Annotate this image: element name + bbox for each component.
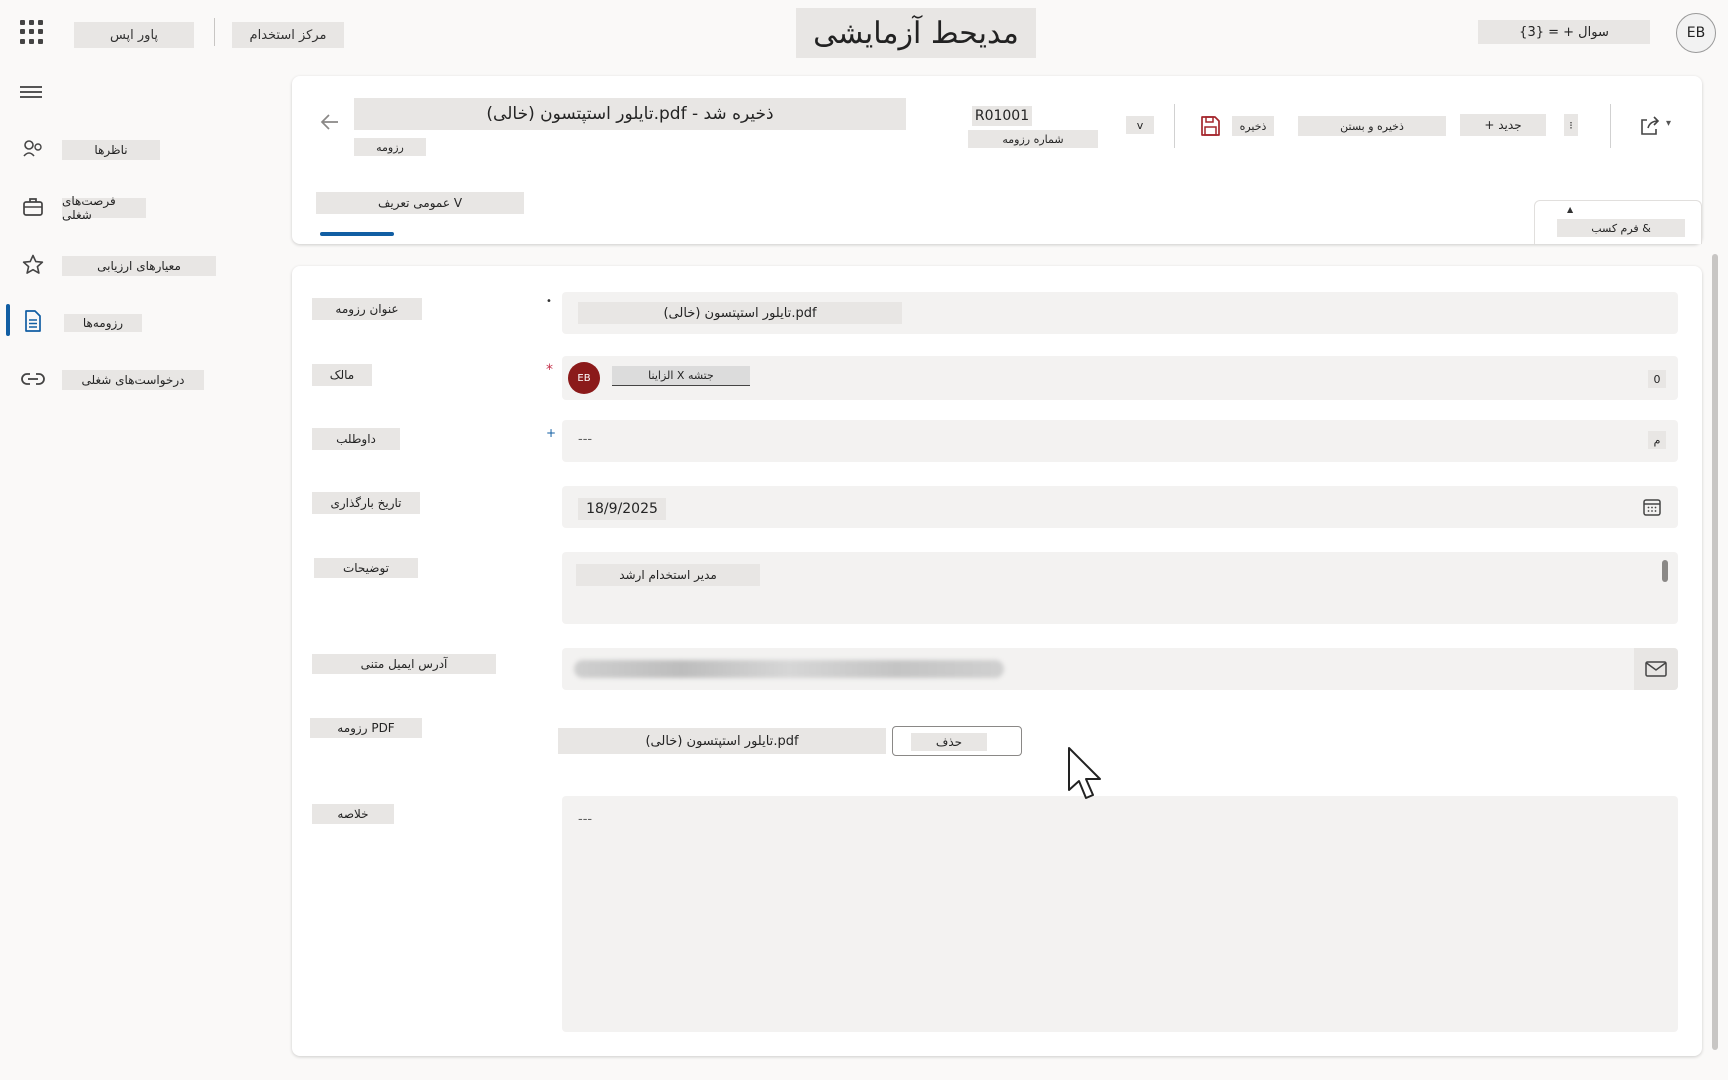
owner-label: مالک [312,364,372,386]
sidebar-item-supervisors[interactable]: ناظرها [0,128,230,168]
description-scrollbar[interactable] [1662,560,1668,582]
mail-icon[interactable] [1634,648,1678,690]
chevron-down-icon[interactable]: ▾ [1666,118,1671,129]
pdf-delete-button[interactable]: حذف [892,726,1022,756]
candidate-label: داوطلب [312,428,400,450]
top-bar: پاور اپس مرکز استخدام مدیحط آزمایشی سوال… [0,0,1728,76]
owner-field[interactable]: EB الزاینا X جتشه 0 [562,356,1678,400]
command-separator [1610,104,1611,148]
calendar-icon[interactable] [1642,497,1662,517]
user-avatar[interactable]: EB [1676,13,1716,53]
mouse-cursor-icon [1066,746,1106,804]
tab-general[interactable]: عمومی تعریف V [316,192,524,214]
app-title: مدیحط آزمایشی [796,8,1036,58]
record-type: رزومه [354,138,426,156]
document-icon [20,308,46,334]
record-id-label: شماره رزومه [968,130,1098,148]
back-arrow-icon[interactable] [318,110,342,134]
save-button[interactable]: ذخیره [1232,116,1274,136]
owner-avatar: EB [568,362,600,394]
more-commands-button[interactable]: ⁝ [1564,114,1578,136]
caret-up-icon: ▲ [1567,205,1574,214]
sidebar-item-label: ناظرها [62,140,160,160]
pdf-file-name[interactable]: تایلور استپتسون (خالی).pdf [558,728,886,754]
link-icon [20,366,46,392]
candidate-lookup-button[interactable]: م [1648,431,1666,449]
summary-field[interactable]: --- [562,796,1678,1032]
record-form: عنوان رزومه • تایلور استپتسون (خالی).pdf… [292,266,1702,1056]
people-icon [20,136,46,162]
upload-date-label: تاریخ بارگذاری [312,492,420,514]
side-tab[interactable]: ▲ فرم کسب & [1534,200,1702,244]
sidebar-item-label: معیارهای ارزیابی [62,256,216,276]
page-scrollbar[interactable] [1712,254,1718,1050]
description-label: توضیحات [314,558,418,578]
hamburger-menu-icon[interactable] [20,86,42,98]
resume-title-value: تایلور استپتسون (خالی).pdf [578,302,902,324]
required-marker: • [546,296,552,307]
briefcase-icon [20,194,46,220]
candidate-value: --- [578,432,593,447]
sidebar-item-resumes[interactable]: رزومه‌ها [0,300,230,340]
app-launcher-icon[interactable] [20,20,44,44]
command-separator [1174,104,1175,148]
description-value: مدیر استخدام ارشد [576,564,760,586]
sidebar-item-applications[interactable]: درخواست‌های شغلی [0,358,230,398]
description-field[interactable]: مدیر استخدام ارشد [562,552,1678,624]
pdf-delete-label: حذف [911,733,987,751]
sidebar-item-job-openings[interactable]: فرصت‌های شغلی [0,186,230,226]
save-close-button[interactable]: ذخیره و بستن [1298,116,1446,136]
upload-date-value: 18/9/2025 [578,498,666,520]
upload-date-field[interactable]: 18/9/2025 [562,486,1678,528]
resume-title-label: عنوان رزومه [312,298,422,320]
record-header: تایلور استپتسون (خالی).pdf - ذخیره شد رز… [292,76,1702,244]
active-indicator [6,304,10,336]
candidate-field[interactable]: --- م [562,420,1678,462]
sidebar-item-label: فرصت‌های شغلی [62,194,146,222]
email-field[interactable] [562,648,1678,690]
record-id: R01001 [972,106,1032,126]
recommended-marker: + [546,426,557,440]
email-label: آدرس ایمیل متنی [312,654,496,674]
resume-title-field[interactable]: تایلور استپتسون (خالی).pdf [562,292,1678,334]
sidebar-item-label: درخواست‌های شغلی [62,370,204,390]
sidebar-item-criteria[interactable]: معیارهای ارزیابی [0,244,230,284]
top-separator [214,18,215,46]
required-marker: * [546,362,553,378]
top-search-box[interactable]: سوال + = {3} [1478,20,1650,44]
share-icon[interactable] [1638,114,1662,138]
pdf-label: رزومه PDF [310,718,422,738]
summary-label: خلاصه [312,804,394,824]
side-tab-label: فرم کسب & [1557,219,1685,237]
active-tab-indicator [320,232,394,236]
power-apps-button[interactable]: پاور اپس [74,22,194,48]
owner-count: 0 [1648,370,1666,388]
app-name-button[interactable]: مرکز استخدام [232,22,344,48]
owner-lookup-chip[interactable]: الزاینا X جتشه [612,366,750,386]
email-value-redacted [574,660,1004,678]
sidebar-item-label: رزومه‌ها [64,314,142,332]
record-title: تایلور استپتسون (خالی).pdf - ذخیره شد [354,98,906,130]
star-icon [20,252,46,278]
header-chevron-button[interactable]: v [1126,116,1154,134]
new-button[interactable]: + جدید [1460,114,1546,136]
save-icon[interactable] [1198,114,1222,138]
summary-value: --- [578,812,593,827]
